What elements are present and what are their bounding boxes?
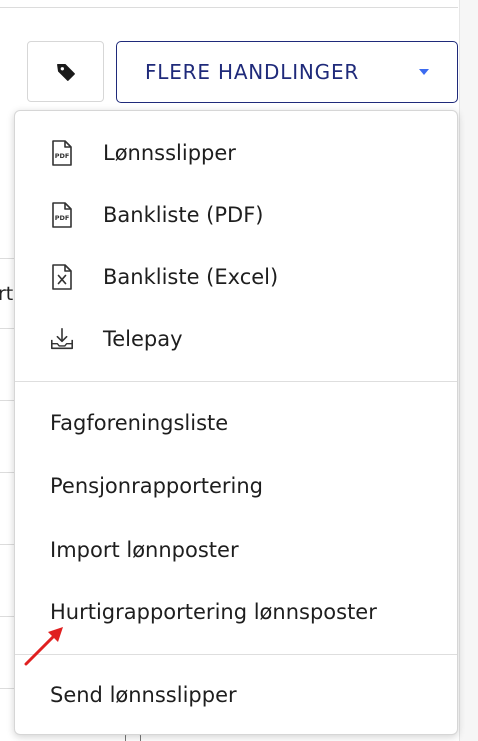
menu-item-send-lonnsslipper[interactable]: Send lønnsslipper [15, 667, 457, 723]
menu-item-fagforeningsliste[interactable]: Fagforeningsliste [15, 395, 457, 451]
scroll-gutter [459, 0, 478, 741]
more-actions-button[interactable]: FLERE HANDLINGER [116, 41, 458, 103]
menu-divider [15, 381, 457, 382]
svg-text:PDF: PDF [55, 214, 70, 222]
top-divider [0, 7, 458, 8]
table-row-divider [0, 616, 14, 617]
menu-item-label: Pensjonrapportering [50, 474, 263, 498]
table-row-divider [0, 472, 14, 473]
download-tray-icon [49, 324, 75, 354]
menu-item-label: Bankliste (PDF) [103, 203, 264, 227]
more-actions-label: FLERE HANDLINGER [145, 60, 360, 84]
svg-text:PDF: PDF [55, 152, 70, 160]
menu-item-label: Bankliste (Excel) [103, 265, 279, 289]
table-cell-partial-text: rt [0, 283, 14, 305]
pdf-file-icon: PDF [49, 138, 75, 168]
tag-button[interactable] [27, 41, 104, 102]
red-arrow-icon [24, 627, 63, 666]
actions-dropdown-menu: PDF Lønnsslipper PDF Bankliste (PDF) Ban… [14, 110, 458, 735]
caret-down-icon [419, 69, 429, 75]
menu-item-bankliste-pdf[interactable]: PDF Bankliste (PDF) [15, 187, 457, 243]
menu-item-label: Lønnsslipper [103, 141, 236, 165]
page: rt FLERE HANDLINGER PDF Lønnsslipper PDF… [0, 0, 478, 741]
menu-item-import-lonnposter[interactable]: Import lønnposter [15, 522, 457, 578]
menu-item-label: Import lønnposter [50, 538, 239, 562]
table-row-divider [0, 328, 14, 329]
menu-item-pensjonrapportering[interactable]: Pensjonrapportering [15, 458, 457, 514]
table-row-divider [0, 544, 14, 545]
excel-file-icon [49, 262, 75, 292]
menu-item-bankliste-excel[interactable]: Bankliste (Excel) [15, 249, 457, 305]
tag-icon [56, 63, 75, 81]
menu-divider [15, 654, 457, 655]
menu-item-telepay[interactable]: Telepay [15, 311, 457, 367]
menu-item-label: Telepay [103, 327, 183, 351]
pdf-file-icon: PDF [49, 200, 75, 230]
menu-item-label: Send lønnsslipper [50, 683, 237, 707]
menu-item-label: Hurtigrapportering lønnsposter [50, 600, 377, 624]
table-row-divider [0, 258, 14, 259]
menu-item-hurtigrapportering[interactable]: Hurtigrapportering lønnsposter [15, 584, 457, 640]
table-row-divider [0, 400, 14, 401]
menu-item-label: Fagforeningsliste [50, 411, 229, 435]
menu-item-lonnsslipper[interactable]: PDF Lønnsslipper [15, 125, 457, 181]
table-row-divider [0, 688, 14, 689]
